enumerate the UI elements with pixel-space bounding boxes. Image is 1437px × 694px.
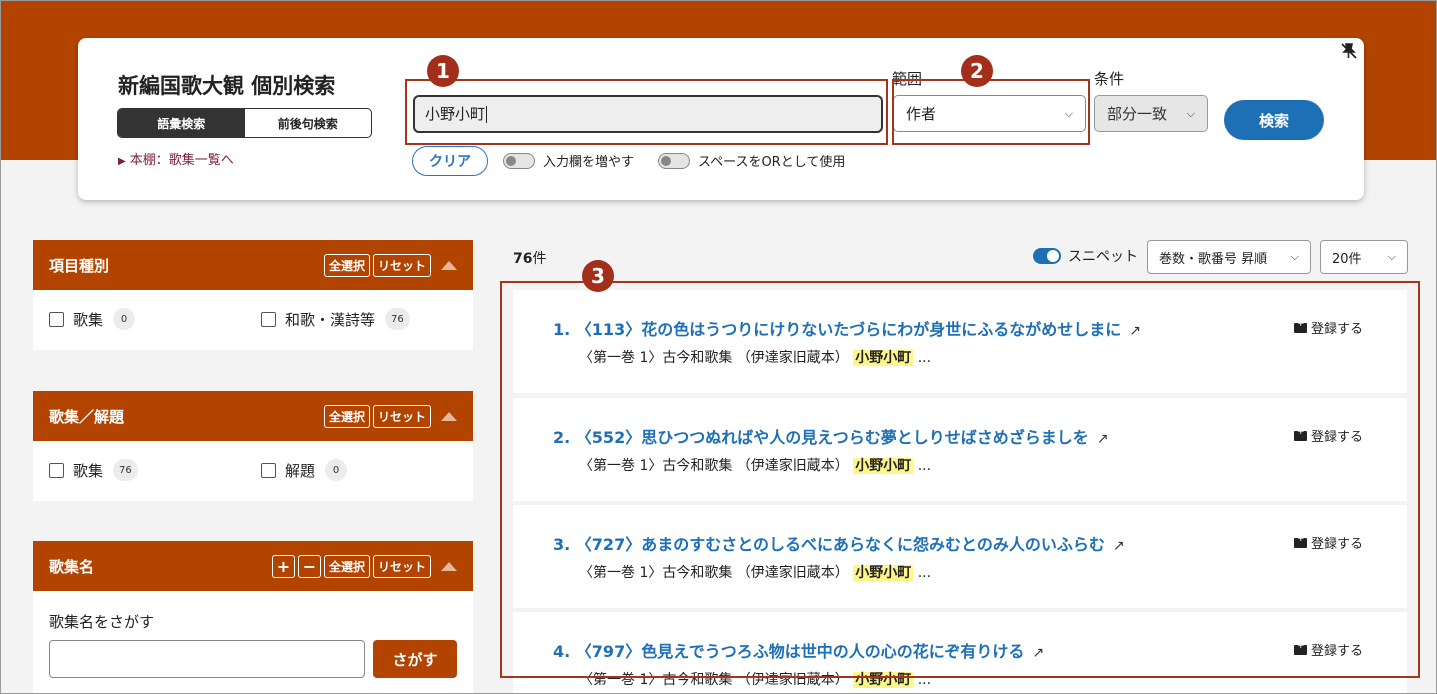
snippet-toggle[interactable]: スニペット: [1033, 246, 1138, 266]
result-source: 〈第一巻 1〉古今和歌集 （伊達家旧蔵本） 小野小町 ...: [579, 350, 932, 366]
chevron-down-icon: ⌵: [1064, 106, 1073, 120]
text-caret: [486, 106, 488, 123]
folder-plus-icon: [1294, 319, 1307, 333]
collection-search-input[interactable]: [49, 640, 365, 678]
count-badge: 0: [113, 308, 136, 330]
count-badge: 76: [113, 459, 138, 481]
checkbox-icon: [49, 311, 64, 327]
folder-plus-icon: [1294, 641, 1307, 655]
list-item: 3. 〈727〉あまのすむさとのしるべにあらなくに怨みむとのみ人のいふらむ ↗ 〈…: [513, 505, 1407, 608]
bookshelf-link[interactable]: ▶ 本棚：歌集一覧へ: [118, 149, 234, 168]
page-title: 新編国歌大観 個別検索: [118, 74, 336, 98]
result-title-link[interactable]: 1. 〈113〉花の色はうつりにけりないたづらにわが身世にふるながめせしまに ↗: [553, 316, 1141, 340]
mode-vocabulary-search[interactable]: 語彙検索: [118, 109, 245, 137]
collapse-icon[interactable]: [441, 561, 457, 571]
external-link-icon: ↗: [1032, 645, 1045, 661]
collection-search-label: 歌集名をさがす: [49, 613, 155, 631]
register-button[interactable]: 登録する: [1294, 426, 1363, 445]
range-label: 範囲: [892, 70, 923, 88]
collection-name-header: 歌集名 + − 全選択 リセット: [33, 541, 473, 591]
chevron-down-icon: ⌵: [1186, 106, 1195, 120]
collection-search-button[interactable]: さがす: [373, 640, 457, 678]
clear-button[interactable]: クリア: [412, 146, 488, 176]
result-count: 76件: [513, 251, 547, 267]
folder-plus-icon: [1294, 427, 1307, 441]
result-title-link[interactable]: 2. 〈552〉思ひつつぬればや人の見えつらむ夢としりせばさめざらましを ↗: [553, 424, 1108, 448]
register-button[interactable]: 登録する: [1294, 318, 1363, 337]
sort-select[interactable]: 巻数・歌番号 昇順 ⌵: [1147, 240, 1311, 274]
triangle-right-icon: ▶: [118, 156, 126, 167]
select-all-button[interactable]: 全選択: [323, 404, 370, 428]
collapse-icon[interactable]: [441, 411, 457, 421]
expand-all-button[interactable]: +: [271, 554, 295, 578]
toggle-switch-icon: [1033, 248, 1061, 264]
space-or-toggle[interactable]: スペースをORとして使用: [658, 151, 845, 170]
result-source: 〈第一巻 1〉古今和歌集 （伊達家旧蔵本） 小野小町 ...: [579, 565, 932, 581]
collapse-icon[interactable]: [441, 260, 457, 270]
mode-context-search[interactable]: 前後句検索: [245, 109, 372, 137]
reset-button[interactable]: リセット: [372, 554, 431, 578]
chevron-down-icon: ⌵: [1387, 250, 1396, 263]
result-title-link[interactable]: 3. 〈727〉あまのすむさとのしるべにあらなくに怨みむとのみ人のいふらむ ↗: [553, 531, 1125, 555]
highlight: 小野小町: [853, 458, 914, 474]
item-type-panel: 項目種別 全選択 リセット 歌集 0 和歌・漢詩等 76: [33, 240, 473, 350]
condition-select[interactable]: 部分一致 ⌵: [1094, 95, 1208, 132]
select-all-button[interactable]: 全選択: [323, 253, 370, 277]
register-button[interactable]: 登録する: [1294, 640, 1363, 659]
checkbox-kaidai[interactable]: 解題 0: [261, 459, 348, 481]
checkbox-kashu[interactable]: 歌集 0: [49, 308, 136, 330]
annotation-number-3: 3: [582, 260, 614, 292]
external-link-icon: ↗: [1096, 431, 1109, 447]
count-badge: 76: [385, 308, 410, 330]
chevron-down-icon: ⌵: [1290, 250, 1299, 263]
checkbox-icon: [261, 462, 276, 478]
search-input[interactable]: 小野小町: [413, 95, 883, 133]
list-item: 4. 〈797〉色見えでうつろふ物は世中の人の心の花にぞ有りける ↗ 〈第一巻 1…: [513, 612, 1407, 694]
collection-header: 歌集／解題 全選択 リセット: [33, 391, 473, 441]
highlight: 小野小町: [853, 672, 914, 688]
collapse-all-button[interactable]: −: [297, 554, 321, 578]
more-inputs-toggle[interactable]: 入力欄を増やす: [503, 151, 634, 170]
result-source: 〈第一巻 1〉古今和歌集 （伊達家旧蔵本） 小野小町 ...: [579, 672, 932, 688]
results-list: 1. 〈113〉花の色はうつりにけりないたづらにわが身世にふるながめせしまに ↗ …: [513, 290, 1407, 694]
result-title-link[interactable]: 4. 〈797〉色見えでうつろふ物は世中の人の心の花にぞ有りける ↗: [553, 638, 1044, 662]
per-page-select[interactable]: 20件 ⌵: [1320, 240, 1408, 274]
toggle-switch-icon: [503, 152, 535, 169]
checkbox-waka[interactable]: 和歌・漢詩等 76: [261, 308, 410, 330]
highlight: 小野小町: [853, 565, 914, 581]
pin-slash-icon[interactable]: [1340, 42, 1358, 64]
checkbox-kashu[interactable]: 歌集 76: [49, 459, 138, 481]
collection-name-panel: 歌集名 + − 全選択 リセット 歌集名をさがす さがす: [33, 541, 473, 694]
list-item: 1. 〈113〉花の色はうつりにけりないたづらにわが身世にふるながめせしまに ↗ …: [513, 290, 1407, 393]
highlight: 小野小町: [853, 350, 914, 366]
register-button[interactable]: 登録する: [1294, 533, 1363, 552]
range-select[interactable]: 作者 ⌵: [893, 95, 1086, 132]
count-badge: 0: [325, 459, 348, 481]
result-source: 〈第一巻 1〉古今和歌集 （伊達家旧蔵本） 小野小町 ...: [579, 458, 932, 474]
annotation-number-1: 1: [427, 55, 459, 87]
annotation-number-2: 2: [961, 55, 993, 87]
search-button[interactable]: 検索: [1224, 100, 1324, 140]
select-all-button[interactable]: 全選択: [323, 554, 370, 578]
item-type-header: 項目種別 全選択 リセット: [33, 240, 473, 290]
checkbox-icon: [261, 311, 276, 327]
collection-panel: 歌集／解題 全選択 リセット 歌集 76 解題 0: [33, 391, 473, 501]
toggle-switch-icon: [658, 152, 690, 169]
condition-label: 条件: [1094, 70, 1125, 88]
list-item: 2. 〈552〉思ひつつぬればや人の見えつらむ夢としりせばさめざらましを ↗ 〈第…: [513, 398, 1407, 501]
external-link-icon: ↗: [1129, 323, 1141, 339]
external-link-icon: ↗: [1112, 538, 1125, 554]
search-card: 新編国歌大観 個別検索 語彙検索 前後句検索 ▶ 本棚：歌集一覧へ 小野小町 クリ…: [78, 38, 1364, 200]
checkbox-icon: [49, 462, 64, 478]
search-mode-toggle: 語彙検索 前後句検索: [117, 108, 372, 138]
folder-plus-icon: [1294, 534, 1307, 548]
reset-button[interactable]: リセット: [372, 404, 431, 428]
reset-button[interactable]: リセット: [372, 253, 431, 277]
